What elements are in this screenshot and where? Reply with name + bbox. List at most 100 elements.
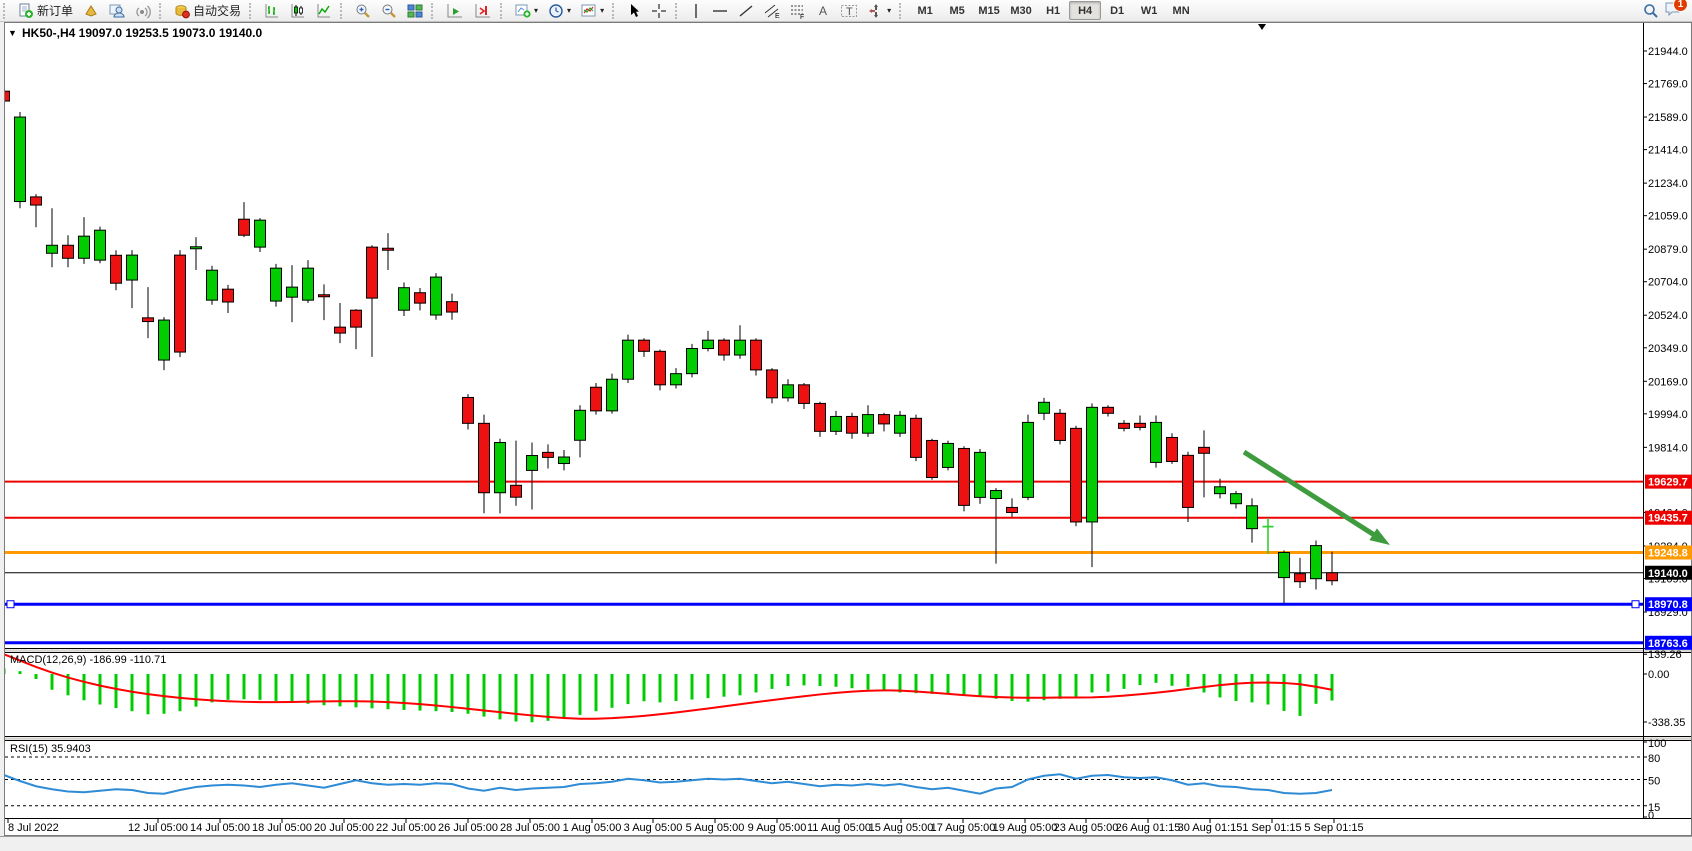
macd-histogram-bar: [211, 674, 214, 702]
toolbar-grip[interactable]: [340, 3, 347, 19]
price-line-label: 19435.7: [1648, 513, 1688, 525]
macd-histogram-bar: [1059, 674, 1062, 699]
toolbar-grip[interactable]: [500, 3, 507, 19]
periods-button[interactable]: ▾: [543, 0, 576, 21]
toolbar-grip[interactable]: [612, 3, 619, 19]
zoom-in-button[interactable]: [350, 0, 376, 21]
toolbar-grip[interactable]: [249, 3, 256, 19]
toolbar-grip[interactable]: [3, 3, 10, 19]
bearish-candle: [927, 440, 938, 477]
bearish-candle: [511, 485, 522, 497]
rsi-tick-label: 100: [1648, 738, 1666, 750]
arrows-button[interactable]: ▾: [863, 0, 896, 21]
bearish-candle: [239, 219, 250, 235]
macd-histogram-bar: [707, 674, 710, 698]
bearish-candle: [591, 387, 602, 411]
time-tick-label: 22 Jul 05:00: [376, 822, 436, 834]
label-button[interactable]: T: [835, 0, 863, 21]
timeframe-m30-button[interactable]: M30: [1005, 1, 1037, 20]
vertical-line-button[interactable]: [685, 0, 707, 21]
bearish-candle: [959, 448, 970, 505]
market-watch-button[interactable]: [104, 0, 130, 21]
macd-histogram-bar: [227, 674, 230, 700]
time-tick-label: 5 Aug 05:00: [686, 822, 745, 834]
bearish-candle: [447, 302, 458, 312]
bullish-candle: [127, 255, 138, 280]
crosshair-button[interactable]: [646, 0, 672, 21]
indicators-button[interactable]: ▾: [576, 0, 609, 21]
macd-histogram-bar: [995, 674, 998, 699]
tile-windows-button[interactable]: [402, 0, 428, 21]
macd-histogram-bar: [195, 674, 198, 707]
bullish-candle: [1087, 407, 1098, 522]
hline-handle[interactable]: [7, 601, 14, 608]
symbol-dropdown-caret[interactable]: ▼: [8, 28, 17, 38]
auto-trading-button[interactable]: 自动交易: [169, 0, 246, 21]
toolbar-grip[interactable]: [431, 3, 438, 19]
bearish-candle: [543, 452, 554, 457]
bearish-candle: [799, 385, 810, 404]
timeframe-h4-button[interactable]: H4: [1069, 1, 1101, 20]
bullish-candle: [1279, 552, 1290, 577]
bar-chart-button[interactable]: [259, 0, 285, 21]
pane-splitter[interactable]: [5, 650, 1691, 652]
price-line-label: 19140.0: [1648, 568, 1688, 580]
bearish-candle: [31, 197, 42, 205]
timeframe-d1-button[interactable]: D1: [1101, 1, 1133, 20]
rsi-tick-label: 0: [1648, 810, 1654, 822]
bearish-candle: [1327, 573, 1338, 581]
macd-histogram-bar: [691, 674, 694, 700]
price-chart[interactable]: 21944.021769.021589.021414.021234.021059…: [0, 0, 1692, 846]
price-tick-label: 21589.0: [1648, 112, 1688, 124]
timeframe-w1-button[interactable]: W1: [1133, 1, 1165, 20]
svg-text:E: E: [775, 13, 780, 19]
hline-handle[interactable]: [1632, 601, 1639, 608]
bullish-candle: [575, 410, 586, 440]
chat-button[interactable]: 1: [1664, 1, 1682, 21]
timeframe-m1-button[interactable]: M1: [909, 1, 941, 20]
cursor-button[interactable]: [622, 0, 646, 21]
toolbar-grip[interactable]: [675, 3, 682, 19]
rsi-label: RSI(15) 35.9403: [10, 743, 91, 755]
timeframe-m5-button[interactable]: M5: [941, 1, 973, 20]
styler-button[interactable]: [78, 0, 104, 21]
text-button[interactable]: A: [811, 0, 835, 21]
search-button[interactable]: [1638, 0, 1664, 21]
toolbar-grip[interactable]: [899, 3, 906, 19]
bearish-candle: [479, 423, 490, 492]
bearish-candle: [383, 248, 394, 250]
bullish-candle: [783, 385, 794, 398]
macd-histogram-bar: [579, 674, 582, 715]
zoom-out-button[interactable]: [376, 0, 402, 21]
timeframe-m15-button[interactable]: M15: [973, 1, 1005, 20]
horizontal-line-button[interactable]: [707, 0, 733, 21]
bullish-candle: [735, 340, 746, 355]
candlestick-chart-button[interactable]: [285, 0, 311, 21]
new-order-button[interactable]: 新订单: [13, 0, 78, 21]
signals-button[interactable]: [130, 0, 156, 21]
macd-histogram-bar: [723, 674, 726, 697]
pane-splitter[interactable]: [5, 738, 1691, 740]
price-tick-label: 21059.0: [1648, 211, 1688, 223]
price-line-label: 18970.8: [1648, 599, 1688, 611]
price-line-label: 19629.7: [1648, 477, 1688, 489]
trendline-button[interactable]: [733, 0, 759, 21]
chart-shift-button[interactable]: [469, 0, 497, 21]
bearish-candle: [879, 415, 890, 424]
bullish-candle: [559, 457, 570, 464]
line-chart-button[interactable]: [311, 0, 337, 21]
price-tick-label: 20169.0: [1648, 376, 1688, 388]
line-chart-icon: [316, 3, 332, 19]
macd-histogram-bar: [1203, 674, 1206, 692]
timeframe-mn-button[interactable]: MN: [1165, 1, 1197, 20]
text-icon: A: [816, 3, 830, 19]
new-chart-button[interactable]: ▾: [510, 0, 543, 21]
timeframe-h1-button[interactable]: H1: [1037, 1, 1069, 20]
auto-scroll-icon: [446, 3, 464, 19]
toolbar-grip[interactable]: [159, 3, 166, 19]
channel-button[interactable]: E: [759, 0, 785, 21]
time-tick-label: 3 Aug 05:00: [624, 822, 683, 834]
fibonacci-button[interactable]: F: [785, 0, 811, 21]
auto-scroll-button[interactable]: [441, 0, 469, 21]
price-line-label: 18763.6: [1648, 638, 1688, 650]
